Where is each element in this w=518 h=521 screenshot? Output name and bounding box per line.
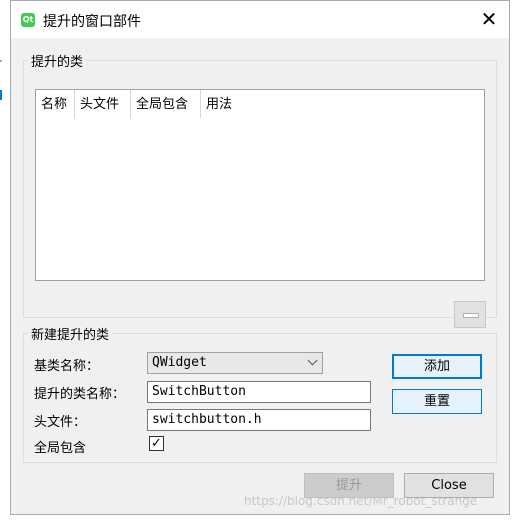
header-file-label: 头文件：: [34, 415, 87, 430]
background-cursor-artifact: [0, 90, 2, 100]
new-promoted-class-group: 新建提升的类 基类名称： QWidget 提升的类名称： SwitchButto…: [23, 324, 497, 463]
column-header-usage[interactable]: 用法: [201, 90, 484, 118]
minus-icon: [463, 313, 479, 318]
promoted-classes-group-title: 提升的类: [28, 51, 87, 70]
reset-button[interactable]: 重置: [392, 389, 482, 414]
promoted-classes-table[interactable]: 名称 头文件 全局包含 用法: [35, 89, 485, 281]
promoted-class-name-input[interactable]: SwitchButton: [147, 381, 371, 403]
window-title: 提升的窗口部件: [43, 14, 141, 30]
add-button[interactable]: 添加: [392, 354, 482, 379]
chevron-down-icon: [307, 355, 318, 366]
base-class-label: 基类名称：: [34, 359, 100, 374]
promoted-classes-group: 提升的类 名称 头文件 全局包含 用法: [23, 51, 497, 328]
promoted-widgets-dialog: Qt 提升的窗口部件 ✕ 提升的类 名称 头文件 全局包含 用法 新建提升的类 …: [10, 0, 510, 515]
background-artifact: [0, 60, 2, 62]
remove-class-button[interactable]: [454, 301, 486, 328]
base-class-value: QWidget: [152, 355, 207, 370]
column-header-name[interactable]: 名称: [36, 90, 75, 118]
header-file-input[interactable]: switchbutton.h: [147, 409, 371, 431]
close-icon[interactable]: ✕: [479, 9, 499, 29]
title-bar: Qt 提升的窗口部件 ✕: [11, 1, 509, 38]
column-header-global-include[interactable]: 全局包含: [131, 90, 201, 118]
promoted-class-name-label: 提升的类名称：: [34, 387, 126, 402]
global-include-checkbox[interactable]: ✓: [149, 436, 164, 451]
checkmark-icon: ✓: [151, 436, 162, 451]
watermark-text: https://blog.csdn.net/Mr_robot_strange: [244, 494, 478, 508]
column-header-header-file[interactable]: 头文件: [75, 90, 131, 118]
new-promoted-class-group-title: 新建提升的类: [28, 324, 113, 343]
global-include-label: 全局包含: [34, 441, 87, 456]
qt-logo-icon: Qt: [21, 13, 35, 27]
base-class-combobox[interactable]: QWidget: [147, 352, 323, 374]
